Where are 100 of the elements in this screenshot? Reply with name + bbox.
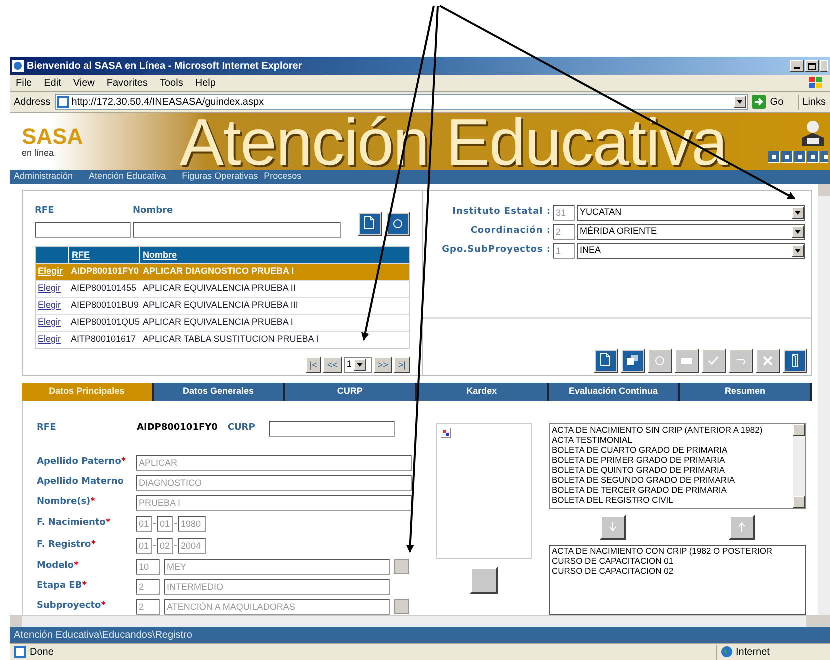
- horizontal-scrollbar[interactable]: [10, 615, 818, 627]
- chosen-documents-list[interactable]: ACTA DE NACIMIENTO CON CRIP (1982 O POSTERIOR CURSO DE CAPACITACION 01 CURSO DE CAPACITACION 02: [549, 545, 806, 615]
- camera-button[interactable]: [470, 567, 498, 594]
- address-label: Address: [14, 96, 51, 110]
- windows-logo-icon: [808, 76, 824, 90]
- name-search-field[interactable]: [133, 222, 341, 238]
- links-button[interactable]: Links: [798, 94, 826, 110]
- filter-select[interactable]: MÉRIDA ORIENTE: [577, 224, 805, 240]
- logo-text: SASA: [22, 126, 84, 148]
- tab[interactable]: Datos Generales: [154, 383, 286, 401]
- page-icon: [56, 96, 69, 108]
- nav-item[interactable]: Atención Educativa: [89, 170, 166, 184]
- filter-label: Gpo.SubProyectos :: [442, 244, 551, 258]
- field-label: F. Registro*: [37, 538, 97, 552]
- list-item[interactable]: ACTA DE NACIMIENTO SIN CRIP (ANTERIOR A 1982): [552, 425, 791, 435]
- exit-tool-button[interactable]: [783, 349, 807, 373]
- list-item[interactable]: ACTA TESTIMONIAL: [552, 435, 791, 445]
- filter-select[interactable]: INEA: [577, 243, 805, 259]
- move-down-button[interactable]: [600, 514, 626, 540]
- list-item[interactable]: CURSO DE CAPACITACION 02: [552, 566, 803, 576]
- scroll-down-icon[interactable]: [793, 496, 805, 508]
- tab[interactable]: Evaluación Continua: [548, 383, 680, 401]
- tab[interactable]: CURP: [285, 383, 418, 401]
- column-header[interactable]: Nombre: [140, 246, 180, 262]
- menu-item[interactable]: Help: [195, 76, 216, 90]
- table-cell-text: AIEP800101455: [70, 282, 138, 295]
- field-label: Modelo*: [37, 560, 80, 573]
- status-text: Done: [30, 646, 54, 660]
- page-select[interactable]: 1: [344, 356, 372, 372]
- list-item[interactable]: BOLETA DE CUARTO GRADO DE PRIMARIA: [552, 445, 791, 455]
- refresh-tool-button[interactable]: [386, 212, 410, 236]
- broken-image-icon: [441, 428, 451, 438]
- globe-icon: [721, 646, 733, 658]
- list-item[interactable]: CURSO DE CAPACITACION 01: [552, 556, 803, 566]
- go-arrow-icon[interactable]: [752, 95, 766, 109]
- list-item[interactable]: ACTA DE NACIMIENTO CON CRIP (1982 O POSTERIOR: [552, 546, 803, 556]
- curp-field[interactable]: [269, 421, 396, 437]
- nav-item[interactable]: Administración: [14, 170, 74, 184]
- field-label: Apellido Materno: [37, 476, 125, 489]
- zone-text: Internet: [736, 646, 770, 660]
- down-arrow-icon: [609, 522, 618, 532]
- field-label: Subproyecto*: [37, 600, 107, 613]
- field-label: F. Nacimiento*: [37, 516, 112, 530]
- curp-label: CURP: [228, 422, 256, 436]
- maximize-icon[interactable]: [805, 60, 819, 72]
- close-icon[interactable]: [820, 60, 828, 72]
- tab[interactable]: Kardex: [417, 383, 549, 401]
- table-cell-text: APLICAR EQUIVALENCIA PRUEBA I: [142, 316, 294, 329]
- menu-item[interactable]: Favorites: [106, 76, 148, 90]
- field-label: Etapa EB*: [37, 580, 88, 593]
- name-label: Nombre: [133, 205, 174, 218]
- menu-item[interactable]: Edit: [44, 76, 62, 90]
- table-cell-text: APLICAR EQUIVALENCIA PRUEBA II: [142, 282, 297, 295]
- page-icon: [14, 646, 26, 658]
- pager-button[interactable]: |<: [306, 356, 322, 372]
- filter-label: Instituto Estatal :: [452, 206, 551, 220]
- logo-subtitle: en línea: [22, 148, 56, 158]
- rfe-search-field[interactable]: [35, 222, 131, 238]
- list-item[interactable]: BOLETA DE SEGUNDO GRADO DE PRIMARIA: [552, 475, 791, 485]
- choose-link[interactable]: Elegir: [36, 298, 69, 312]
- table-cell-text: APLICAR DIAGNOSTICO PRUEBA I: [142, 264, 296, 278]
- pager-button[interactable]: >>: [374, 356, 392, 372]
- scroll-up-icon[interactable]: [793, 424, 805, 436]
- rfe-value: AIDP800101FY0: [137, 422, 218, 436]
- breadcrumb-path: Atención Educativa\Educandos\Registro: [14, 628, 192, 642]
- field-label: Nombre(s)*: [37, 496, 96, 509]
- filter-select[interactable]: YUCATAN: [577, 205, 805, 221]
- address-field[interactable]: http://172.30.50.4/INEASASA/guindex.aspx: [54, 94, 748, 110]
- filter-label: Coordinación :: [470, 225, 551, 238]
- new-tool-button[interactable]: [594, 349, 618, 373]
- choose-link[interactable]: Elegir: [36, 316, 69, 330]
- window-title: Bienvenido al SASA en Línea - Microsoft Internet Explorer: [27, 60, 302, 74]
- list-item[interactable]: BOLETA DE QUINTO GRADO DE PRIMARIA: [552, 465, 791, 475]
- pager-button[interactable]: >|: [394, 356, 410, 372]
- new-tool-button[interactable]: [358, 212, 382, 236]
- go-button[interactable]: Go: [770, 94, 784, 110]
- choose-link[interactable]: Elegir: [36, 282, 69, 296]
- list-item[interactable]: BOLETA DE PRIMER GRADO DE PRIMARIA: [552, 455, 791, 465]
- table-cell-text: AIEP800101QU5: [70, 316, 140, 329]
- up-arrow-icon: [738, 522, 746, 532]
- table-cell-text: APLICAR EQUIVALENCIA PRUEBA III: [142, 298, 300, 312]
- list-item[interactable]: BOLETA DEL REGISTRO CIVIL: [552, 495, 791, 505]
- move-up-button[interactable]: [728, 514, 755, 540]
- menu-item[interactable]: View: [73, 76, 95, 90]
- browser-icon: [12, 60, 24, 72]
- minimize-icon[interactable]: [790, 60, 804, 72]
- vertical-scrollbar[interactable]: [818, 184, 830, 627]
- table-cell-text: APLICAR TABLA SUSTITUCION PRUEBA I: [142, 332, 320, 346]
- menu-item[interactable]: File: [16, 76, 32, 90]
- copy-tool-button[interactable]: [621, 349, 645, 373]
- pager-button[interactable]: <<: [323, 356, 342, 372]
- list-item[interactable]: BOLETA DE TERCER GRADO DE PRIMARIA: [552, 485, 791, 495]
- available-documents-list[interactable]: [549, 423, 806, 509]
- field-label: Apellido Paterno*: [37, 456, 128, 469]
- tab[interactable]: Resumen: [680, 383, 812, 401]
- choose-link[interactable]: Elegir: [36, 332, 69, 346]
- table-cell-text: AIEP800101BU9: [70, 298, 140, 312]
- table-cell-text: AIDP800101FY0: [70, 264, 140, 278]
- table-cell-text: AITP800101617: [70, 332, 138, 346]
- menu-item[interactable]: Tools: [160, 76, 184, 90]
